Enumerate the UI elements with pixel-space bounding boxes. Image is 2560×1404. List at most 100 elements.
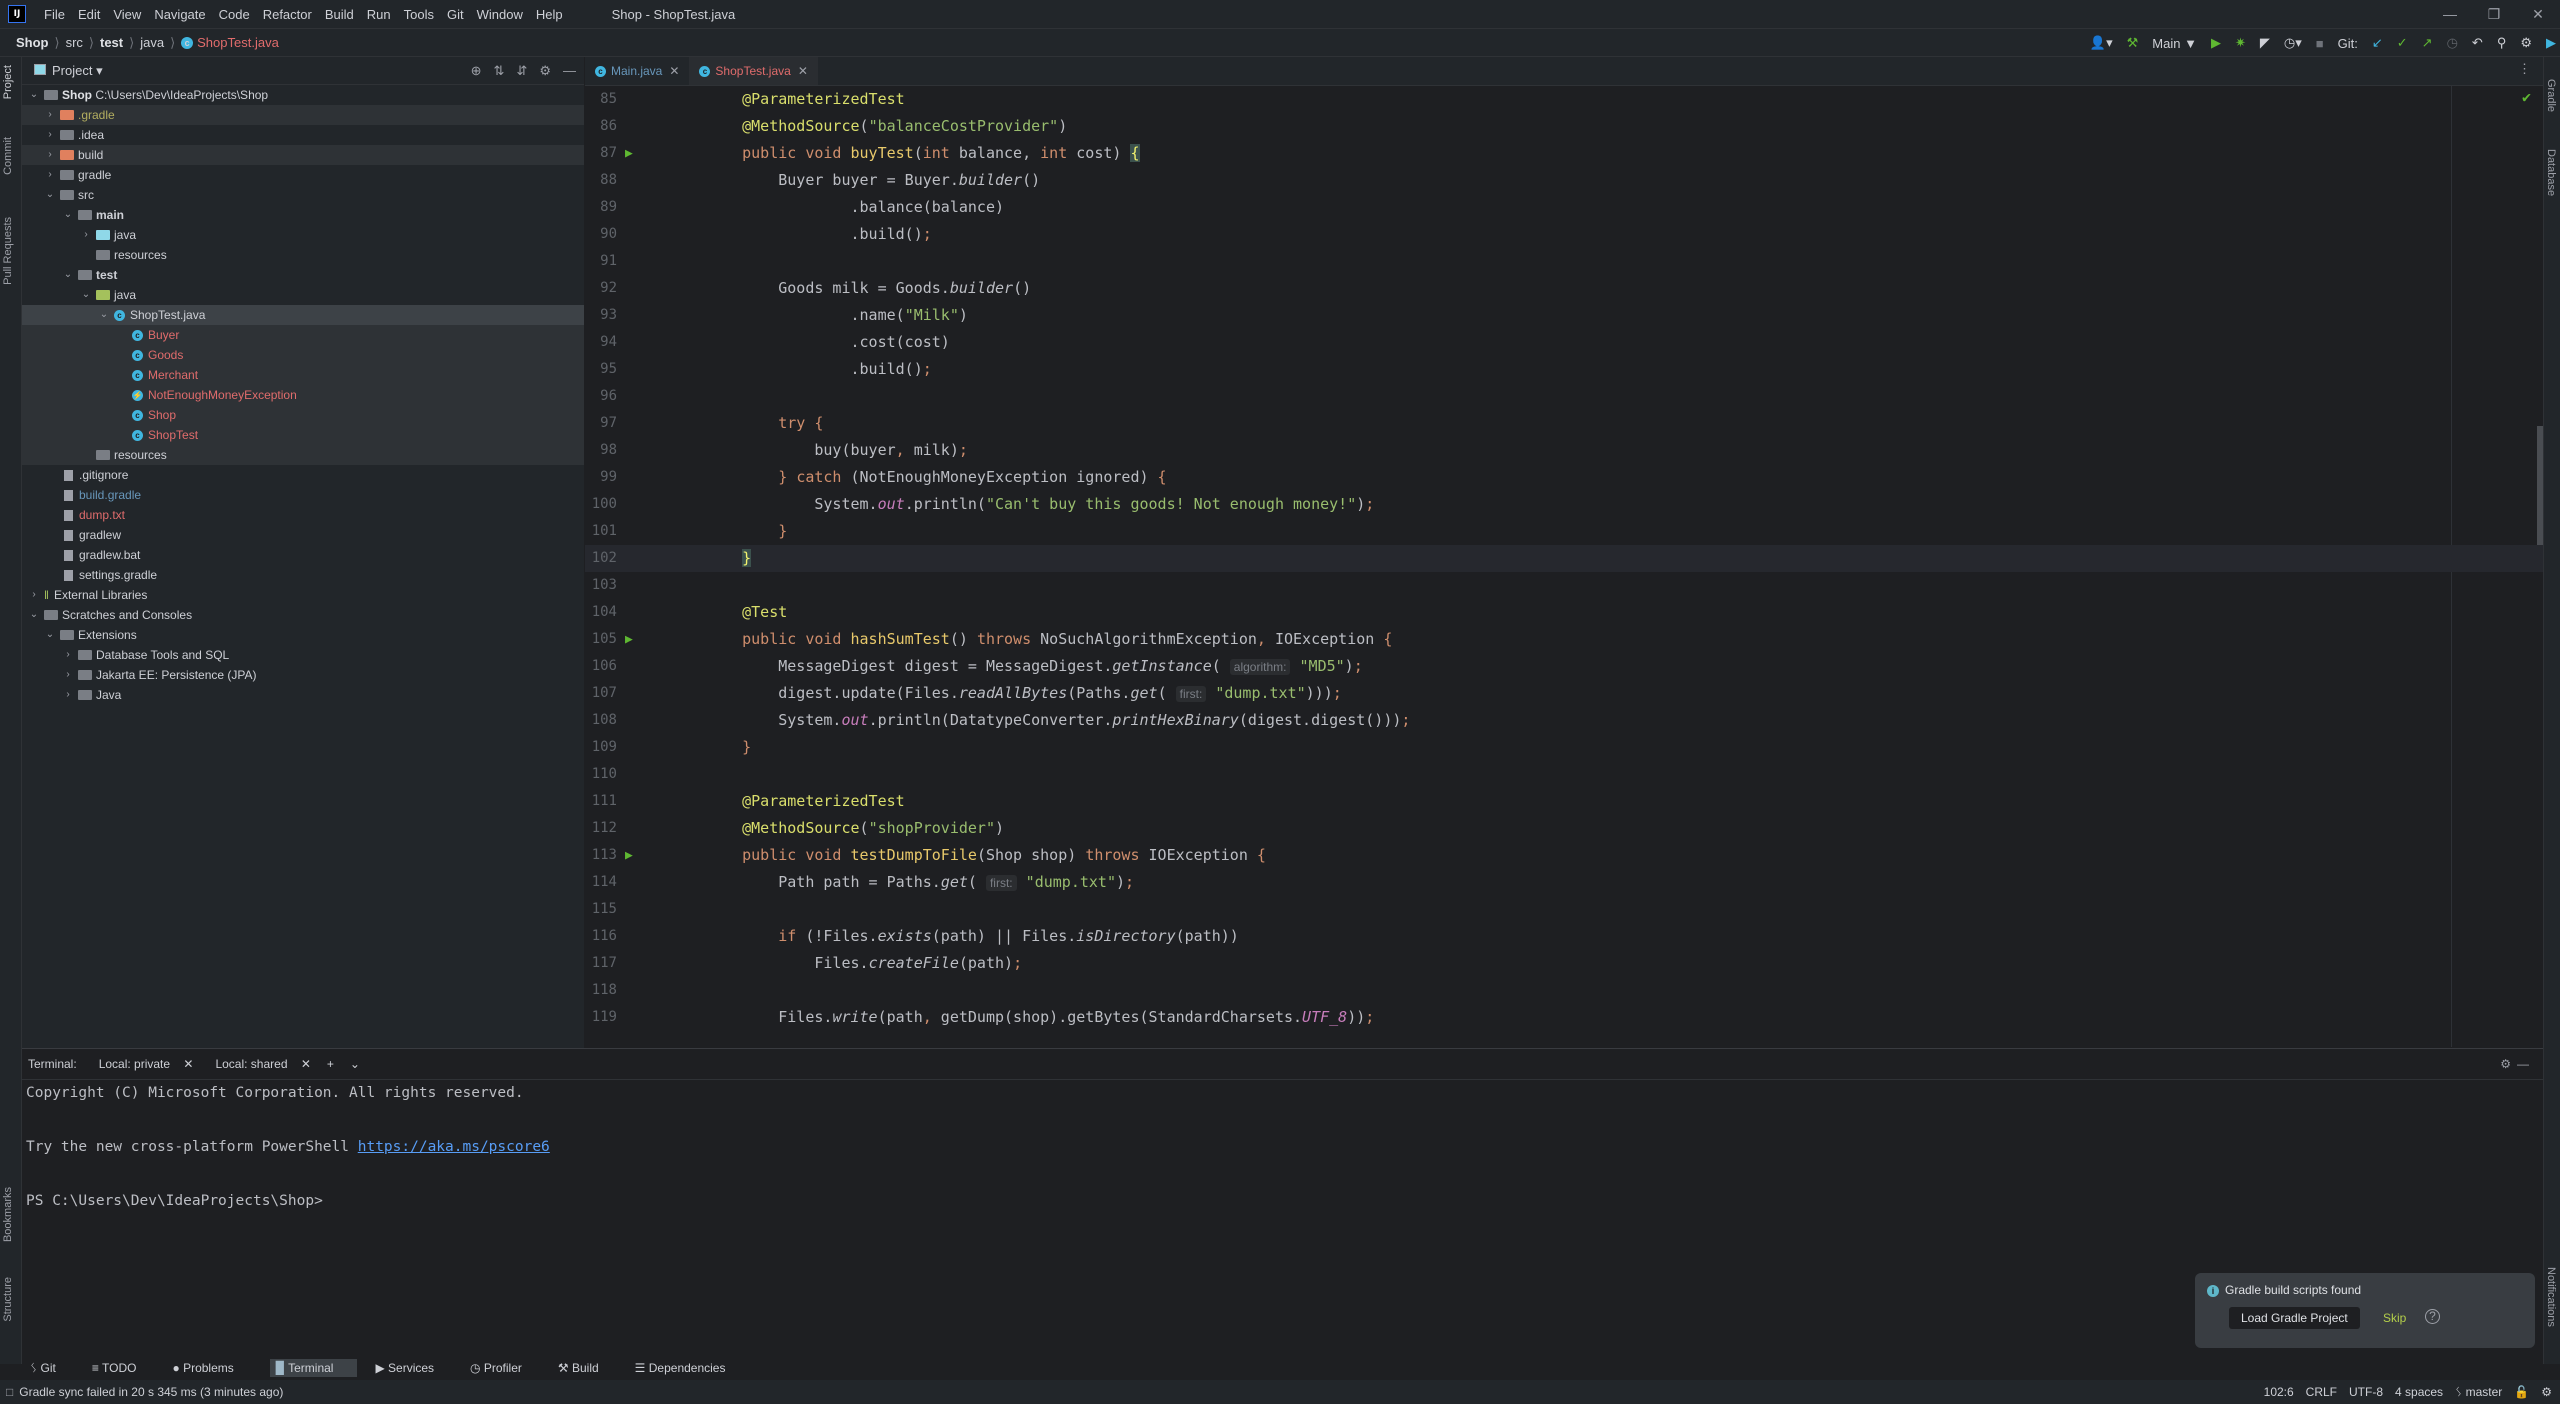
code-line[interactable]: 103 xyxy=(585,572,2543,599)
tree-item[interactable]: c Shop xyxy=(22,405,584,425)
tree-item[interactable]: resources xyxy=(22,245,584,265)
commit-tool-tab[interactable]: Commit xyxy=(2,137,14,175)
git-commit-icon[interactable]: ✓ xyxy=(2397,35,2408,51)
locate-icon[interactable]: ⊕ xyxy=(471,63,482,79)
code-line[interactable]: 111 @ParameterizedTest xyxy=(585,788,2543,815)
caret-position[interactable]: 102:6 xyxy=(2264,1385,2294,1399)
tree-root[interactable]: ⌄ Shop C:\Users\Dev\IdeaProjects\Shop xyxy=(22,85,584,105)
rollback-icon[interactable]: ↶ xyxy=(2472,35,2483,51)
terminal-tab-private[interactable]: Local: private ✕ xyxy=(93,1057,194,1071)
breadcrumb-shop[interactable]: Shop xyxy=(16,35,49,50)
breadcrumb-src[interactable]: src xyxy=(66,35,83,50)
git-update-icon[interactable]: ↙ xyxy=(2372,35,2383,51)
minimize-button[interactable]: — xyxy=(2428,0,2472,28)
tree-item[interactable]: gradlew.bat xyxy=(22,545,584,565)
tree-item[interactable]: › build xyxy=(22,145,584,165)
menu-tools[interactable]: Tools xyxy=(404,7,434,22)
tree-item[interactable]: resources xyxy=(22,445,584,465)
tree-item[interactable]: c Buyer xyxy=(22,325,584,345)
tree-item[interactable]: settings.gradle xyxy=(22,565,584,585)
menu-git[interactable]: Git xyxy=(447,7,464,22)
menu-edit[interactable]: Edit xyxy=(78,7,100,22)
code-line[interactable]: 106 MessageDigest digest = MessageDigest… xyxy=(585,653,2543,680)
terminal-settings-icon[interactable]: ⚙ xyxy=(2500,1057,2511,1071)
code-line[interactable]: 89 .balance(balance) xyxy=(585,194,2543,221)
tree-item[interactable]: c Goods xyxy=(22,345,584,365)
panel-settings-icon[interactable]: ⚙ xyxy=(539,63,551,79)
tool-services[interactable]: ▶ Services xyxy=(375,1361,452,1375)
profile-icon[interactable]: ◷▾ xyxy=(2284,35,2302,51)
terminal-hide-icon[interactable]: — xyxy=(2517,1057,2529,1071)
code-line[interactable]: 119 Files.write(path, getDump(shop).getB… xyxy=(585,1004,2543,1031)
menu-file[interactable]: File xyxy=(44,7,65,22)
bookmarks-tool-tab[interactable]: Bookmarks xyxy=(2,1187,14,1242)
menu-refactor[interactable]: Refactor xyxy=(263,7,312,22)
notifications-tool-tab[interactable]: Notifications xyxy=(2545,1267,2557,1327)
code-line[interactable]: 117 Files.createFile(path); xyxy=(585,950,2543,977)
code-line[interactable]: 99 } catch (NotEnoughMoneyException igno… xyxy=(585,464,2543,491)
run-test-gutter-icon[interactable]: ▶ xyxy=(625,842,633,869)
code-line[interactable]: 100 System.out.println("Can't buy this g… xyxy=(585,491,2543,518)
tool-git[interactable]: ᛊ Git xyxy=(30,1361,74,1375)
code-line[interactable]: 87 ▶ public void buyTest(int balance, int… xyxy=(585,140,2543,167)
git-push-icon[interactable]: ↗ xyxy=(2422,35,2433,51)
restore-button[interactable]: ❐ xyxy=(2472,0,2516,28)
code-line[interactable]: 91 xyxy=(585,248,2543,275)
tree-item[interactable]: .gitignore xyxy=(22,465,584,485)
close-window-button[interactable]: ✕ xyxy=(2516,0,2560,28)
code-line[interactable]: 102 } xyxy=(585,545,2543,572)
tree-item[interactable]: gradlew xyxy=(22,525,584,545)
memory-indicator-icon[interactable]: ⚙ xyxy=(2541,1385,2552,1399)
coverage-icon[interactable]: ◤ xyxy=(2260,35,2270,51)
tree-item[interactable]: › java xyxy=(22,225,584,245)
close-tab-icon[interactable]: ✕ xyxy=(798,64,808,78)
run-config-select[interactable]: Main ▼ xyxy=(2152,36,2197,51)
tree-item[interactable]: ⌄ src xyxy=(22,185,584,205)
code-line[interactable]: 115 xyxy=(585,896,2543,923)
code-line[interactable]: 109 } xyxy=(585,734,2543,761)
tool-dependencies[interactable]: ☰ Dependencies xyxy=(635,1361,744,1375)
code-line[interactable]: 90 .build(); xyxy=(585,221,2543,248)
code-line[interactable]: 108 System.out.println(DatatypeConverter… xyxy=(585,707,2543,734)
settings-gear-icon[interactable]: ⚙ xyxy=(2520,35,2532,51)
tree-item[interactable]: build.gradle xyxy=(22,485,584,505)
code-line[interactable]: 101 } xyxy=(585,518,2543,545)
help-icon[interactable]: ? xyxy=(2425,1309,2440,1324)
code-line[interactable]: 113 ▶ public void testDumpToFile(Shop sho… xyxy=(585,842,2543,869)
user-icon[interactable]: 👤▾ xyxy=(2090,35,2113,51)
hide-panel-icon[interactable]: — xyxy=(563,63,576,79)
status-message[interactable]: Gradle sync failed in 20 s 345 ms (3 min… xyxy=(19,1385,283,1399)
tree-item[interactable]: c Merchant xyxy=(22,365,584,385)
tree-item[interactable]: c ShopTest xyxy=(22,425,584,445)
code-line[interactable]: 118 xyxy=(585,977,2543,1004)
search-icon[interactable]: ⚲ xyxy=(2497,35,2507,51)
code-editor[interactable]: ✔ 85 @ParameterizedTest 86 @MethodSource(… xyxy=(585,86,2543,1047)
close-tab-icon[interactable]: ✕ xyxy=(669,64,679,78)
expand-all-icon[interactable]: ⇅ xyxy=(494,63,505,79)
code-line[interactable]: 112 @MethodSource("shopProvider") xyxy=(585,815,2543,842)
tab-main-java[interactable]: c Main.java ✕ xyxy=(585,57,689,85)
menu-view[interactable]: View xyxy=(113,7,141,22)
code-line[interactable]: 98 buy(buyer, milk); xyxy=(585,437,2543,464)
indent-setting[interactable]: 4 spaces xyxy=(2395,1385,2443,1399)
code-line[interactable]: 94 .cost(cost) xyxy=(585,329,2543,356)
skip-link[interactable]: Skip xyxy=(2383,1311,2406,1325)
menu-run[interactable]: Run xyxy=(367,7,391,22)
tree-item[interactable]: ⌄ java xyxy=(22,285,584,305)
tree-item[interactable]: ⚡ NotEnoughMoneyException xyxy=(22,385,584,405)
tree-item[interactable]: ⌄ Extensions xyxy=(22,625,584,645)
code-line[interactable]: 105 ▶ public void hashSumTest() throws No… xyxy=(585,626,2543,653)
database-tool-tab[interactable]: Database xyxy=(2545,149,2557,196)
tree-item[interactable]: › .gradle xyxy=(22,105,584,125)
menu-navigate[interactable]: Navigate xyxy=(154,7,205,22)
code-line[interactable]: 104 @Test xyxy=(585,599,2543,626)
pscore-link[interactable]: https://aka.ms/pscore6 xyxy=(358,1139,550,1155)
status-toggle-icon[interactable]: □ xyxy=(6,1385,13,1399)
run-icon[interactable]: ▶ xyxy=(2211,35,2221,51)
code-line[interactable]: 93 .name("Milk") xyxy=(585,302,2543,329)
breadcrumb-file[interactable]: ShopTest.java xyxy=(197,35,279,50)
code-line[interactable]: 92 Goods milk = Goods.builder() xyxy=(585,275,2543,302)
code-line[interactable]: 110 xyxy=(585,761,2543,788)
code-line[interactable]: 85 @ParameterizedTest xyxy=(585,86,2543,113)
new-terminal-icon[interactable]: + xyxy=(327,1057,334,1071)
